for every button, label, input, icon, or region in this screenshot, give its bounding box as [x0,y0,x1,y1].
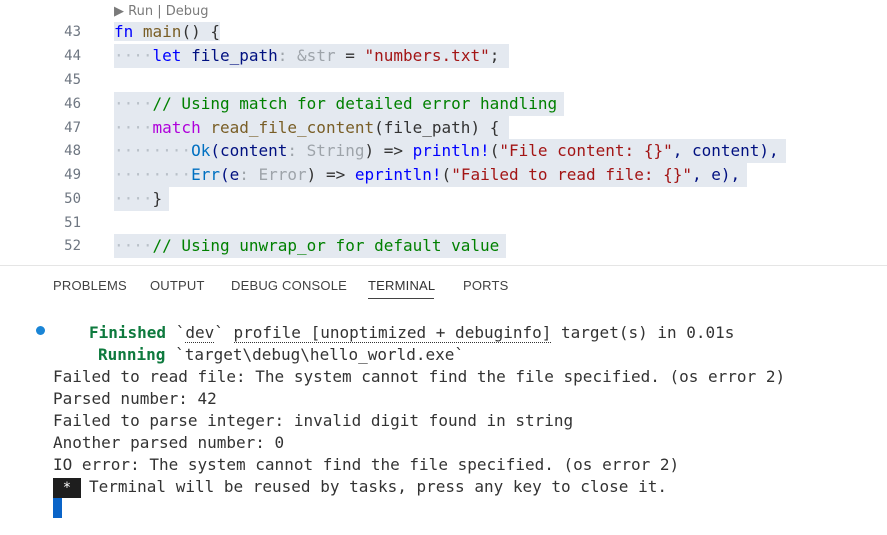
token: (content [210,141,288,160]
terminal-line: IO error: The system cannot find the fil… [53,455,680,474]
task-star-badge: * [53,478,81,498]
tab-terminal[interactable]: TERMINAL [368,278,435,293]
terminal-text: ` [214,323,234,342]
terminal-link[interactable]: dev [185,323,215,343]
terminal-line: Failed to parse integer: invalid digit f… [53,411,574,430]
token: ; [489,46,500,65]
tab-problems[interactable]: PROBLEMS [53,278,127,293]
codelens-run-debug[interactable]: ▶ Run | Debug [114,3,208,21]
token: main [142,22,182,41]
line-number: 52 [64,238,81,254]
token: println! [412,141,490,160]
terminal-line: Failed to read file: The system cannot f… [53,367,786,386]
running-label: Running [98,345,166,364]
line-number: 51 [64,215,81,231]
token: // Using match for detailed error handli… [152,94,558,113]
code-line-49[interactable]: ········Err(e: Error) => eprintln!("Fail… [114,163,747,187]
line-number: 43 [64,24,81,40]
terminal-text: `target\debug\hello_world.exe` [165,345,465,364]
token: eprintln! [354,165,442,184]
token: ( [441,165,452,184]
line-number: 47 [64,120,81,136]
panel-tabs: PROBLEMS OUTPUT DEBUG CONSOLE TERMINAL P… [0,266,887,310]
token: , e), [692,165,741,184]
terminal-text: ` [166,323,186,342]
terminal-text: target(s) in 0.01s [551,323,735,342]
terminal-line: Parsed number: 42 [53,389,217,408]
code-line-47[interactable]: ····match read_file_content(file_path) { [114,116,509,140]
token: : &str [277,46,336,65]
token: , content), [672,141,779,160]
terminal-line: Another parsed number: 0 [53,433,285,452]
code-line-50[interactable]: ····} [114,187,169,211]
terminal-reuse-message: Terminal will be reused by tasks, press … [89,477,667,496]
token: file_path [191,46,278,65]
token: Ok [191,141,211,160]
token: // Using unwrap_or for default value [152,236,500,255]
code-line-52[interactable]: ····// Using unwrap_or for default value [114,234,506,258]
token: (e [219,165,240,184]
line-number: 48 [64,143,81,159]
token: : Error [239,165,307,184]
code-line-43[interactable]: fn main() { [114,20,220,44]
token: ( [489,141,500,160]
token: "Failed to read file: {}" [451,165,693,184]
token: read_file_content [210,118,375,137]
line-number: 50 [64,191,81,207]
tab-output[interactable]: OUTPUT [150,278,205,293]
finished-label: Finished [89,323,167,342]
tab-debug-console[interactable]: DEBUG CONSOLE [231,278,347,293]
token: () { [181,22,220,41]
token: = [335,46,365,65]
token: match [152,118,201,137]
token: "numbers.txt" [364,46,490,65]
token: } [152,189,163,208]
token: let [152,46,182,65]
code-editor[interactable]: ▶ Run | Debug 43 44 45 46 47 48 49 50 51… [0,0,887,265]
code-line-48[interactable]: ········Ok(content: String) => println!(… [114,139,786,163]
token: Err [191,165,220,184]
line-number: 45 [64,72,81,88]
line-number: 46 [64,96,81,112]
token: "File content: {}" [499,141,673,160]
active-tab-indicator [368,298,434,299]
token: (file_path) { [374,118,500,137]
token: ) => [364,141,413,160]
code-line-46[interactable]: ····// Using match for detailed error ha… [114,92,564,116]
terminal-line-finished: Finished `dev` profile [unoptimized + de… [89,322,734,344]
terminal-cursor [53,498,62,518]
command-status-dot-icon[interactable] [36,326,45,335]
token: : String [287,141,365,160]
line-number: 49 [64,167,81,183]
terminal-line-running: Running `target\debug\hello_world.exe` [98,344,464,366]
token: fn [114,22,134,41]
line-number: 44 [64,48,81,64]
tab-ports[interactable]: PORTS [463,278,509,293]
code-line-44[interactable]: ····let file_path: &str = "numbers.txt"; [114,44,509,68]
token: ) => [306,165,355,184]
terminal-link[interactable]: profile [unoptimized + debuginfo] [233,323,552,343]
bottom-panel: PROBLEMS OUTPUT DEBUG CONSOLE TERMINAL P… [0,266,887,535]
